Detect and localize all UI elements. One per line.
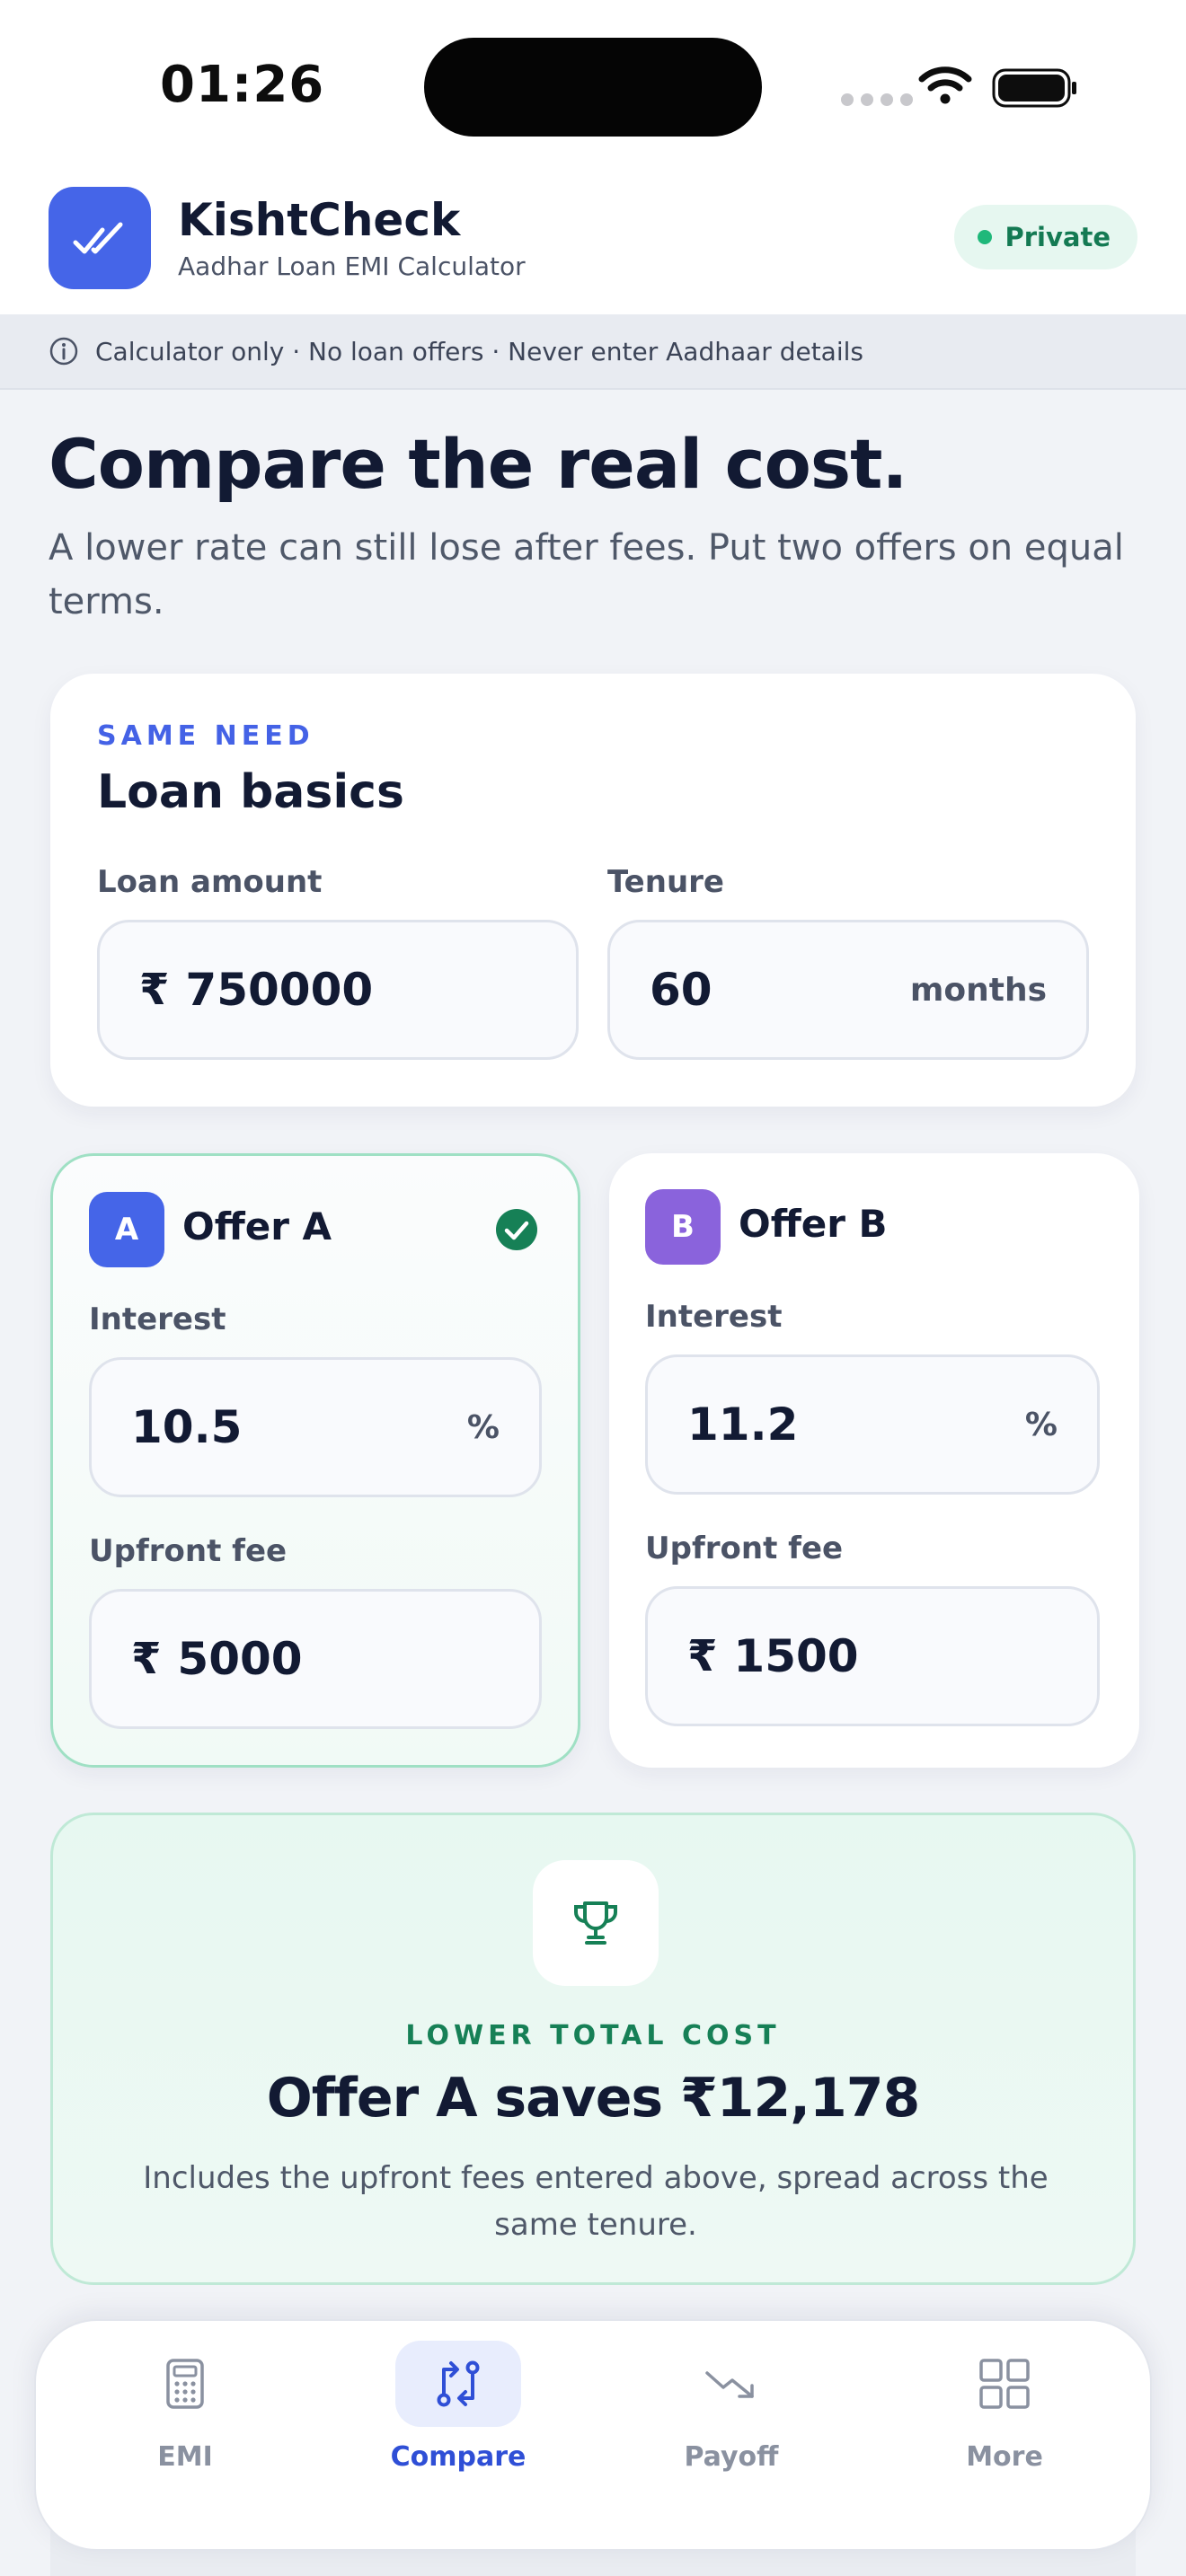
trend-down-icon bbox=[705, 2371, 754, 2398]
loan-basics-card: SAME NEED Loan basics Loan amount ₹ 7500… bbox=[50, 674, 1136, 1107]
status-time: 01:26 bbox=[160, 56, 325, 114]
wifi-icon bbox=[918, 66, 972, 104]
offer-b-interest-input[interactable]: 11.2 % bbox=[645, 1354, 1100, 1495]
offer-b-card[interactable]: B Offer B Interest 11.2 % Upfront fee ₹ … bbox=[609, 1153, 1139, 1768]
trophy-icon bbox=[574, 1901, 617, 1945]
basics-eyebrow: SAME NEED bbox=[97, 720, 314, 752]
offer-b-fee-value: 1500 bbox=[733, 1630, 859, 1682]
result-title: Offer A saves ₹12,178 bbox=[266, 2067, 921, 2130]
result-eyebrow: LOWER TOTAL COST bbox=[405, 2020, 781, 2051]
offer-a-badge: A bbox=[89, 1192, 164, 1267]
battery-icon bbox=[992, 68, 1076, 108]
cellular-signal-icon bbox=[841, 93, 913, 106]
nav-label-compare: Compare bbox=[390, 2441, 527, 2473]
rupee-prefix: ₹ bbox=[131, 1634, 162, 1684]
result-note: Includes the upfront fees entered above,… bbox=[143, 2160, 1049, 2243]
nav-item-payoff[interactable]: Payoff bbox=[642, 2341, 821, 2502]
tenure-label: Tenure bbox=[607, 864, 724, 900]
basics-title: Loan basics bbox=[97, 765, 404, 819]
nav-item-compare[interactable]: Compare bbox=[368, 2341, 548, 2502]
offer-b-badge: B bbox=[645, 1189, 721, 1265]
percent-suffix: % bbox=[466, 1408, 500, 1446]
private-badge: Private bbox=[954, 205, 1137, 269]
offer-a-interest-label: Interest bbox=[89, 1301, 226, 1337]
compare-icon bbox=[437, 2360, 480, 2407]
offer-b-interest-label: Interest bbox=[645, 1299, 783, 1335]
calculator-icon bbox=[166, 2359, 204, 2409]
tenure-input[interactable]: 60 months bbox=[607, 920, 1089, 1060]
offer-a-interest-input[interactable]: 10.5 % bbox=[89, 1357, 542, 1497]
tenure-suffix: months bbox=[909, 971, 1047, 1009]
result-card: LOWER TOTAL COST Offer A saves ₹12,178 I… bbox=[50, 1813, 1136, 2285]
tenure-value: 60 bbox=[650, 964, 712, 1016]
bottom-nav: EMI Compare Payoff More bbox=[34, 2319, 1152, 2551]
page-title: Compare the real cost. bbox=[49, 424, 907, 504]
rupee-prefix: ₹ bbox=[687, 1631, 718, 1681]
offer-a-fee-value: 5000 bbox=[177, 1633, 303, 1685]
private-badge-label: Private bbox=[1005, 222, 1111, 252]
offer-a-title: Offer A bbox=[182, 1204, 332, 1248]
app-subtitle: Aadhar Loan EMI Calculator bbox=[178, 251, 526, 281]
offer-a-fee-label: Upfront fee bbox=[89, 1533, 288, 1569]
selected-check-icon bbox=[496, 1209, 537, 1250]
rupee-prefix: ₹ bbox=[139, 965, 170, 1015]
double-check-icon bbox=[73, 222, 123, 254]
disclaimer-strip: Calculator only · No loan offers · Never… bbox=[0, 314, 1186, 390]
info-icon bbox=[49, 337, 78, 366]
nav-label-emi: EMI bbox=[157, 2441, 213, 2473]
loan-amount-label: Loan amount bbox=[97, 864, 323, 900]
offer-a-fee-input[interactable]: ₹ 5000 bbox=[89, 1589, 542, 1729]
offer-a-interest-value: 10.5 bbox=[131, 1401, 243, 1453]
offer-b-fee-input[interactable]: ₹ 1500 bbox=[645, 1586, 1100, 1726]
trophy-badge bbox=[533, 1860, 659, 1986]
nav-item-emi[interactable]: EMI bbox=[95, 2341, 275, 2502]
disclaimer-text: Calculator only · No loan offers · Never… bbox=[95, 336, 863, 366]
status-bar: 01:26 bbox=[0, 0, 1186, 171]
app-name: KishtCheck bbox=[178, 194, 461, 246]
grid-icon bbox=[979, 2359, 1030, 2409]
offer-b-interest-value: 11.2 bbox=[687, 1398, 799, 1451]
nav-label-payoff: Payoff bbox=[684, 2441, 779, 2473]
dynamic-island bbox=[424, 38, 762, 137]
offer-b-title: Offer B bbox=[739, 1202, 888, 1246]
nav-item-more[interactable]: More bbox=[915, 2341, 1094, 2502]
offer-b-fee-label: Upfront fee bbox=[645, 1531, 844, 1566]
percent-suffix: % bbox=[1024, 1406, 1058, 1443]
status-dot-icon bbox=[978, 230, 993, 244]
app-header: KishtCheck Aadhar Loan EMI Calculator Pr… bbox=[0, 171, 1186, 314]
offer-a-card[interactable]: A Offer A Interest 10.5 % Upfront fee ₹ … bbox=[50, 1153, 580, 1768]
nav-label-more: More bbox=[966, 2441, 1043, 2473]
loan-amount-value: 750000 bbox=[185, 964, 374, 1016]
page-subtitle: A lower rate can still lose after fees. … bbox=[49, 527, 1124, 622]
loan-amount-input[interactable]: ₹ 750000 bbox=[97, 920, 579, 1060]
app-logo bbox=[49, 187, 151, 289]
